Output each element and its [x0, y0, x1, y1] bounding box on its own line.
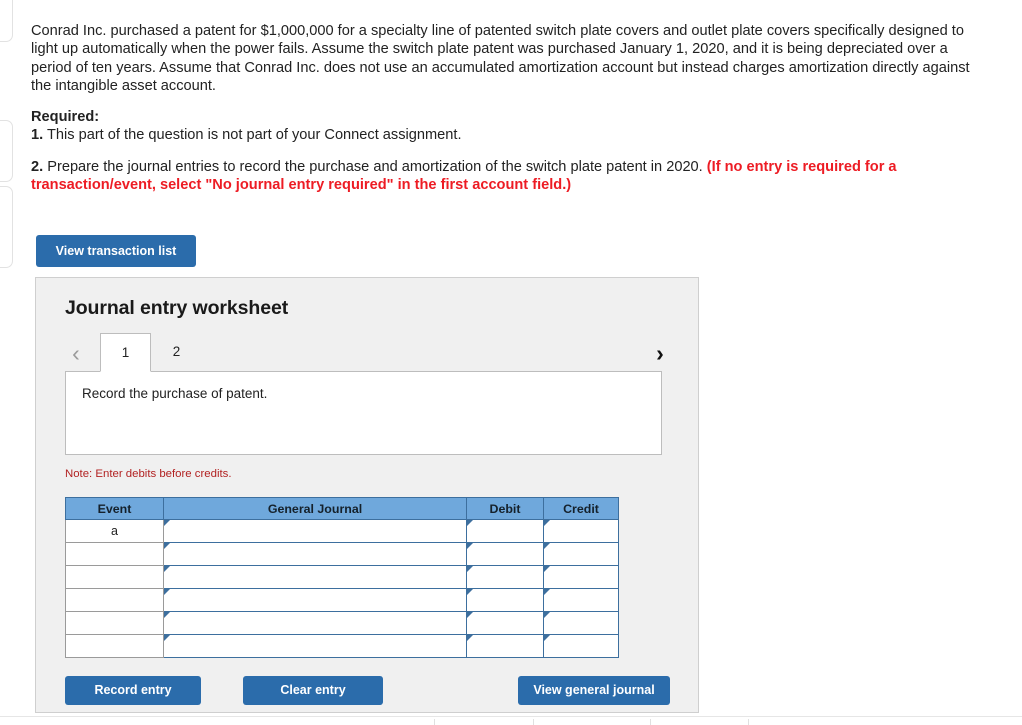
bottom-tick-mark [748, 719, 749, 725]
event-cell [65, 611, 164, 635]
view-transaction-list-button[interactable]: View transaction list [36, 235, 196, 267]
view-general-journal-button[interactable]: View general journal [518, 676, 670, 705]
record-entry-button[interactable]: Record entry [65, 676, 201, 705]
chevron-left-icon[interactable]: ‹ [65, 339, 87, 367]
debit-input[interactable] [466, 519, 544, 543]
debit-input[interactable] [466, 634, 544, 658]
general-journal-input[interactable] [163, 611, 467, 635]
credit-input[interactable] [543, 519, 619, 543]
table-row [65, 634, 619, 658]
debit-input[interactable] [466, 542, 544, 566]
table-row [65, 588, 619, 612]
table-header-row: Event General Journal Debit Credit [65, 497, 619, 520]
credit-input[interactable] [543, 565, 619, 589]
table-row [65, 565, 619, 589]
general-journal-input[interactable] [163, 565, 467, 589]
credit-input[interactable] [543, 634, 619, 658]
tab-entry-1[interactable]: 1 [100, 333, 151, 372]
column-header-credit: Credit [543, 497, 619, 520]
bottom-tick-mark [434, 719, 435, 725]
entry-instruction-box: Record the purchase of patent. [65, 371, 662, 455]
entry-instruction-text: Record the purchase of patent. [82, 386, 268, 401]
table-row [65, 611, 619, 635]
question-text-block: Conrad Inc. purchased a patent for $1,00… [31, 22, 979, 194]
column-header-debit: Debit [466, 497, 544, 520]
journal-entry-table: Event General Journal Debit Credit a [65, 497, 619, 658]
worksheet-tab-strip: ‹ 1 2 › [65, 333, 671, 373]
event-cell [65, 565, 164, 589]
left-edge-panel-top [0, 0, 13, 42]
required-label: Required: [31, 109, 100, 126]
table-row: a [65, 519, 619, 543]
requirement-1: 1. This part of the question is not part… [31, 126, 979, 144]
debit-input[interactable] [466, 588, 544, 612]
debit-input[interactable] [466, 611, 544, 635]
question-paragraph: Conrad Inc. purchased a patent for $1,00… [31, 23, 970, 94]
event-cell [65, 588, 164, 612]
debits-before-credits-note: Note: Enter debits before credits. [65, 468, 232, 480]
table-row [65, 542, 619, 566]
debit-input[interactable] [466, 565, 544, 589]
bottom-tick-mark [533, 719, 534, 725]
column-header-event: Event [65, 497, 164, 520]
credit-input[interactable] [543, 611, 619, 635]
bottom-divider [0, 716, 1022, 717]
general-journal-input[interactable] [163, 542, 467, 566]
left-edge-panel-bottom [0, 186, 13, 268]
event-cell: a [65, 519, 164, 543]
credit-input[interactable] [543, 542, 619, 566]
event-cell [65, 542, 164, 566]
chevron-right-icon[interactable]: › [649, 339, 671, 367]
requirement-1-text: This part of the question is not part of… [46, 127, 462, 144]
event-cell [65, 634, 164, 658]
column-header-general-journal: General Journal [163, 497, 467, 520]
worksheet-title: Journal entry worksheet [65, 297, 289, 319]
left-edge-panel-middle [0, 120, 13, 182]
requirement-1-number: 1. [31, 127, 44, 144]
bottom-tick-mark [650, 719, 651, 725]
requirement-2-text: Prepare the journal entries to record th… [47, 158, 703, 175]
clear-entry-button[interactable]: Clear entry [243, 676, 383, 705]
requirement-2: 2. Prepare the journal entries to record… [31, 158, 979, 195]
requirement-2-number: 2. [31, 158, 44, 175]
credit-input[interactable] [543, 588, 619, 612]
general-journal-input[interactable] [163, 588, 467, 612]
tab-entry-2[interactable]: 2 [151, 333, 202, 372]
journal-entry-worksheet-panel: Journal entry worksheet ‹ 1 2 › Record t… [35, 277, 699, 713]
general-journal-input[interactable] [163, 634, 467, 658]
general-journal-input[interactable] [163, 519, 467, 543]
